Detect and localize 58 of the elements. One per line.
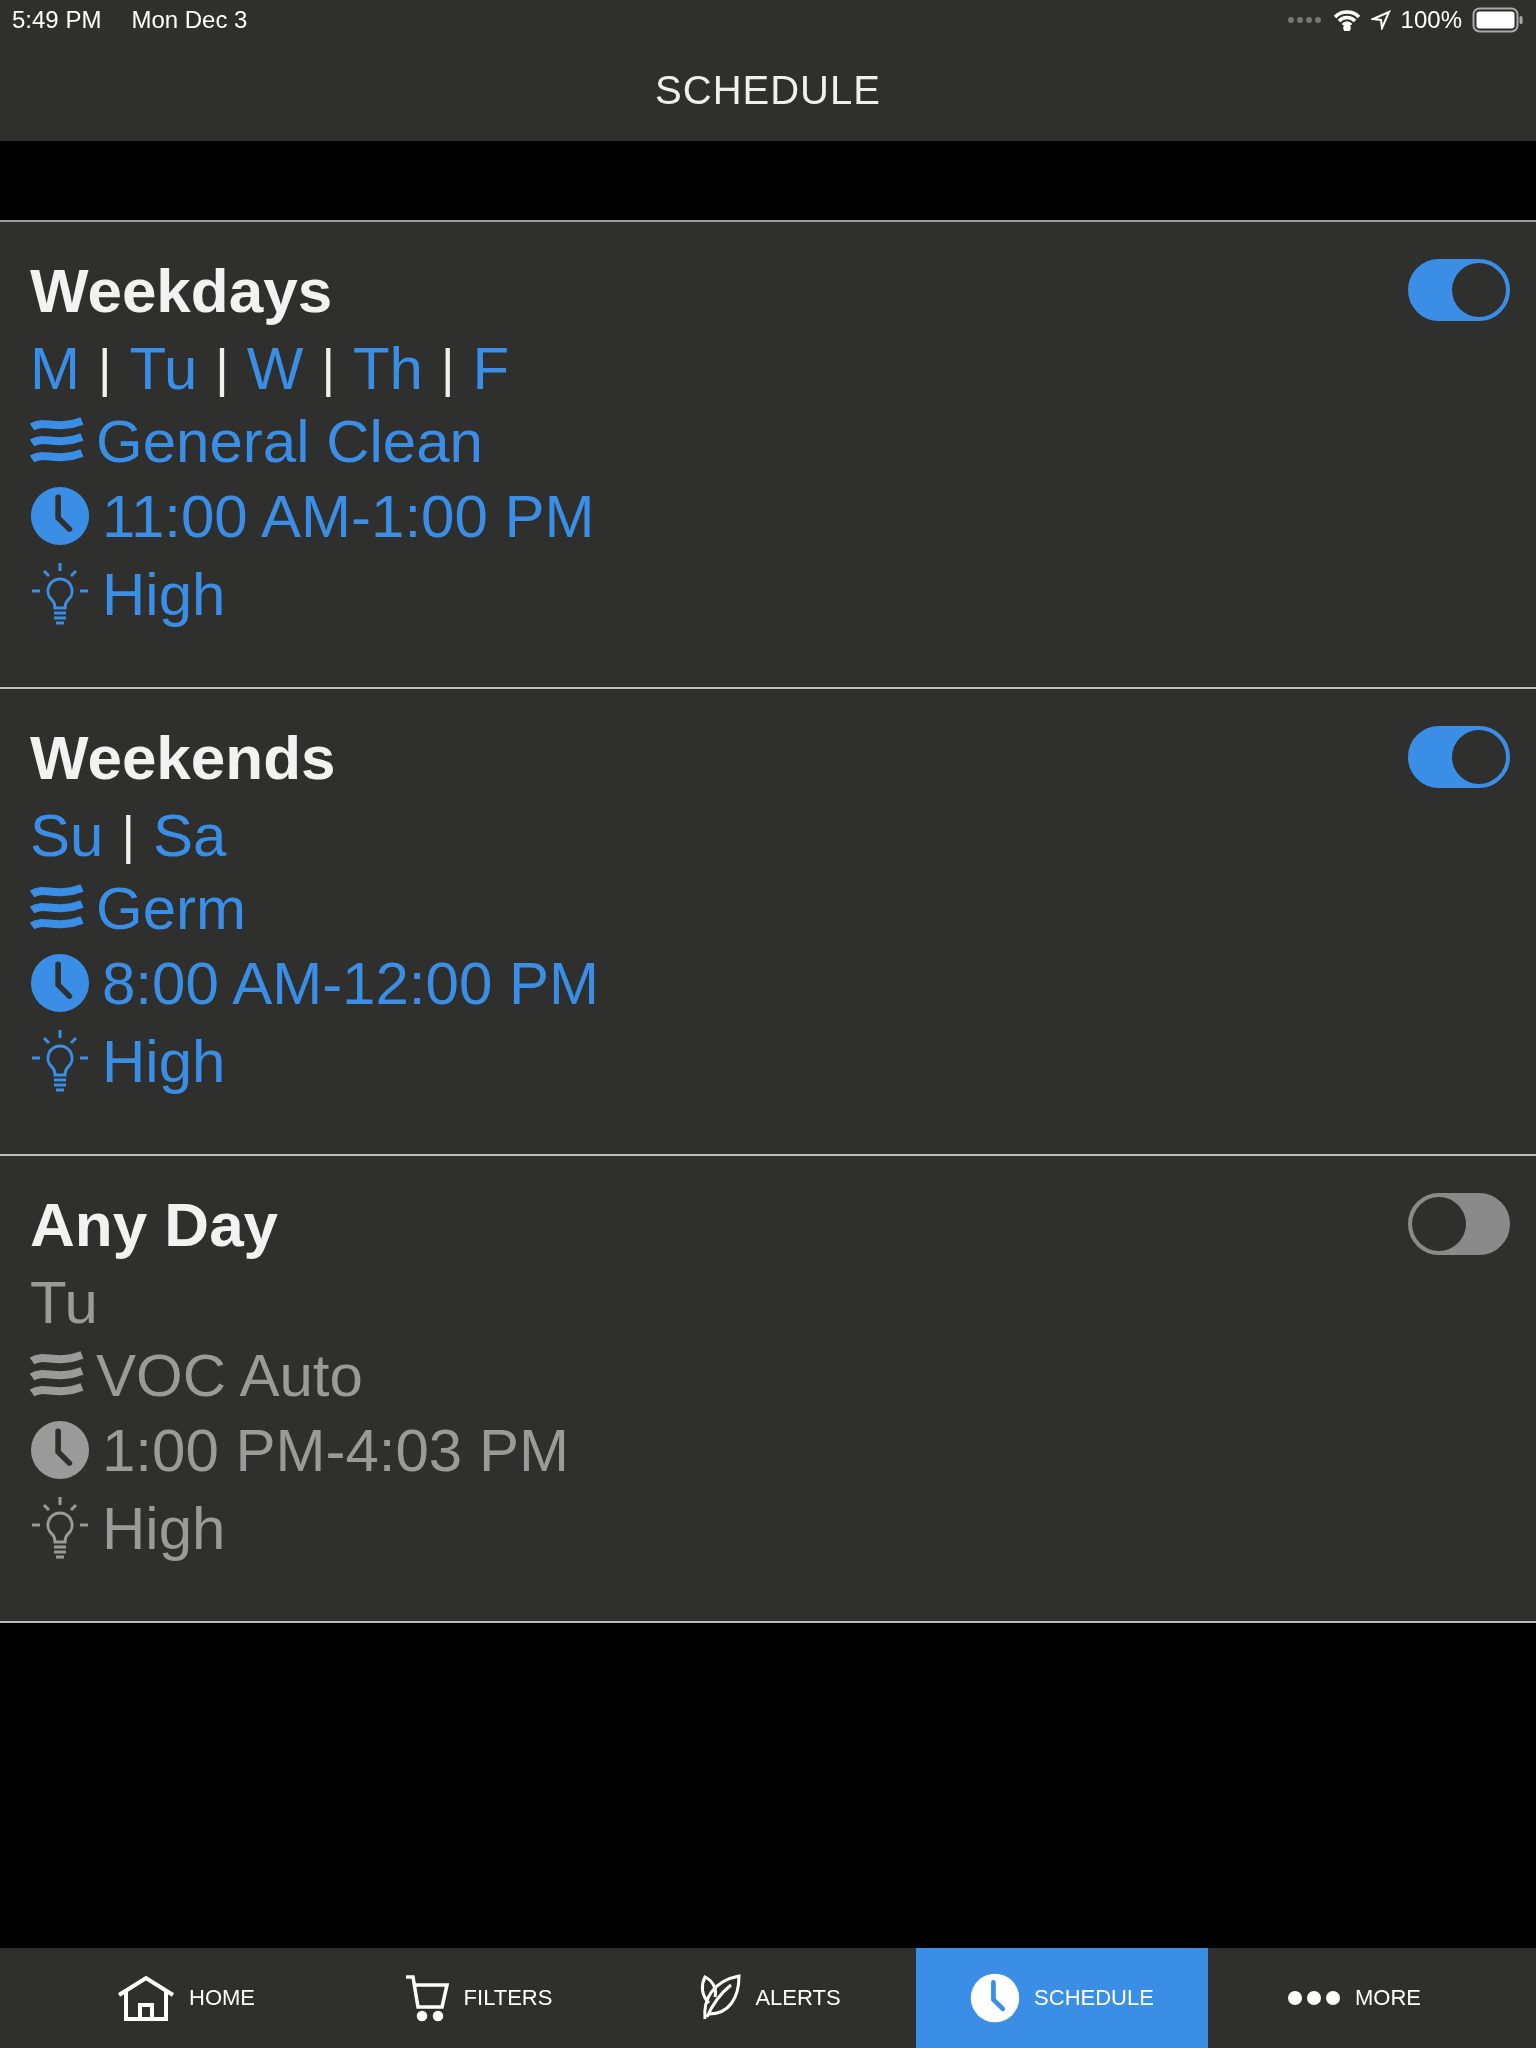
- intensity-label: High: [102, 1493, 226, 1563]
- tab-bar-item[interactable]: ALERTS: [624, 1948, 916, 2048]
- tab-label: MORE: [1355, 1985, 1421, 2011]
- signal-icon: [1286, 16, 1323, 24]
- lightbulb-icon: [30, 1495, 90, 1561]
- schedule-name: Weekends: [30, 721, 336, 793]
- mode-label: General Clean: [96, 406, 483, 476]
- mode-label: VOC Auto: [96, 1340, 363, 1410]
- schedule-card[interactable]: Any Day Tu VOC Auto 1:00 PM-4:03 PM High: [0, 1156, 1536, 1623]
- status-time: 5:49 PM: [12, 6, 102, 34]
- waves-icon: [30, 1351, 84, 1399]
- day-label: Th: [352, 333, 423, 403]
- day-separator: |: [215, 338, 229, 398]
- wifi-icon: [1332, 9, 1361, 31]
- location-icon: [1370, 10, 1391, 30]
- day-separator: |: [121, 805, 135, 865]
- battery-percent: 100%: [1400, 6, 1462, 34]
- intensity-label: High: [102, 1026, 226, 1096]
- waves-icon: [30, 884, 84, 932]
- schedule-name: Weekdays: [30, 254, 333, 326]
- schedule-card[interactable]: Weekdays M | Tu | W | Th | F General Clean 11:00 AM-1:00 PM High: [0, 222, 1536, 689]
- clock-icon: [30, 1420, 90, 1480]
- status-date: Mon Dec 3: [131, 6, 248, 34]
- day-label: Sa: [152, 800, 227, 870]
- day-label: Su: [30, 800, 104, 870]
- mode-label: Germ: [96, 873, 246, 943]
- tab-label: SCHEDULE: [1034, 1985, 1154, 2011]
- intensity-label: High: [102, 559, 226, 629]
- schedule-name: Any Day: [30, 1188, 279, 1260]
- day-separator: |: [321, 338, 335, 398]
- battery-icon: [1472, 7, 1524, 33]
- tab-bar-item[interactable]: FILTERS: [332, 1948, 624, 2048]
- screen-title: SCHEDULE: [655, 68, 881, 113]
- schedule-card[interactable]: Weekends Su | Sa Germ 8:00 AM-12:00 PM High: [0, 689, 1536, 1156]
- day-separator: |: [441, 338, 455, 398]
- more-icon: [1287, 1990, 1341, 2006]
- lightbulb-icon: [30, 1028, 90, 1094]
- day-label: W: [246, 333, 304, 403]
- time-range: 11:00 AM-1:00 PM: [102, 481, 595, 551]
- day-separator: |: [98, 338, 112, 398]
- tab-bar-item[interactable]: HOME: [40, 1948, 332, 2048]
- clock-icon: [30, 953, 90, 1013]
- cart-icon: [403, 1974, 450, 2022]
- day-label: M: [30, 333, 80, 403]
- time-range: 1:00 PM-4:03 PM: [102, 1415, 569, 1485]
- tab-label: HOME: [189, 1985, 255, 2011]
- lightbulb-icon: [30, 561, 90, 627]
- day-label: Tu: [30, 1267, 98, 1337]
- day-label: Tu: [129, 333, 198, 403]
- clock-icon: [30, 486, 90, 546]
- waves-icon: [30, 417, 84, 465]
- tab-label: ALERTS: [755, 1985, 841, 2011]
- day-label: F: [472, 333, 510, 403]
- tab-bar-item[interactable]: MORE: [1208, 1948, 1500, 2048]
- home-icon: [117, 1975, 175, 2021]
- clock-icon: [970, 1973, 1021, 2023]
- time-range: 8:00 AM-12:00 PM: [102, 948, 599, 1018]
- tab-label: FILTERS: [463, 1985, 553, 2011]
